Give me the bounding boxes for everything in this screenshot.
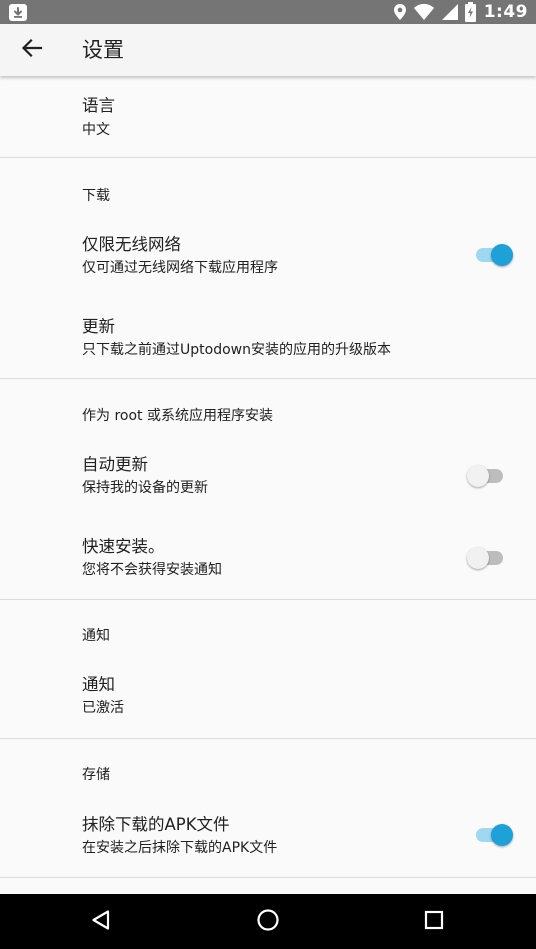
arrow-back-icon [21, 37, 43, 63]
nav-back-button[interactable] [81, 902, 121, 942]
delete-apk-title: 抹除下载的APK文件 [82, 815, 230, 834]
category-storage: 存储 [82, 767, 110, 783]
auto-update-summary: 保持我的设备的更新 [82, 480, 208, 496]
battery-charging-icon [464, 2, 476, 22]
page-title: 设置 [82, 38, 124, 62]
auto-update-title: 自动更新 [82, 455, 148, 474]
location-icon [393, 3, 407, 21]
navigation-bar [0, 894, 536, 949]
notifications-setting[interactable]: 通知 已激活 [0, 660, 536, 738]
wifi-only-title: 仅限无线网络 [82, 235, 181, 254]
updates-summary: 只下载之前通过Uptodown安装的应用的升级版本 [82, 342, 391, 358]
updates-setting[interactable]: 更新 只下载之前通过Uptodown安装的应用的升级版本 [0, 302, 536, 378]
fast-install-setting[interactable]: 快速安装。 您将不会获得安装通知 [0, 522, 536, 598]
auto-update-toggle[interactable] [467, 464, 507, 488]
fast-install-title: 快速安装。 [82, 537, 165, 556]
divider [0, 738, 536, 739]
divider [0, 378, 536, 379]
settings-screen: 1:49 设置 语言 中文 下载 仅限无线网络 仅可通过无线网络下载应用程序 更… [0, 0, 536, 949]
category-download: 下载 [82, 188, 110, 204]
app-bar: 设置 [0, 24, 536, 76]
fast-install-toggle[interactable] [467, 546, 507, 570]
recents-square-icon [424, 910, 444, 934]
toggle-thumb [491, 244, 513, 266]
category-root-install: 作为 root 或系统应用程序安装 [82, 408, 273, 424]
wifi-only-setting[interactable]: 仅限无线网络 仅可通过无线网络下载应用程序 [0, 220, 536, 300]
toggle-thumb [467, 547, 489, 569]
back-triangle-icon [90, 909, 112, 935]
auto-update-setting[interactable]: 自动更新 保持我的设备的更新 [0, 440, 536, 520]
wifi-icon [413, 3, 435, 21]
nav-home-button[interactable] [248, 902, 288, 942]
toggle-thumb [467, 465, 489, 487]
wifi-only-toggle[interactable] [474, 243, 514, 267]
status-bar: 1:49 [0, 0, 536, 24]
delete-apk-toggle[interactable] [474, 823, 514, 847]
notifications-title: 通知 [82, 675, 115, 694]
nav-recents-button[interactable] [414, 902, 454, 942]
wifi-only-summary: 仅可通过无线网络下载应用程序 [82, 260, 278, 276]
updates-title: 更新 [82, 317, 115, 336]
status-time: 1:49 [483, 2, 528, 22]
divider [0, 599, 536, 600]
home-circle-icon [256, 908, 280, 936]
signal-icon [441, 3, 459, 21]
download-app-icon [8, 2, 28, 22]
divider [0, 157, 536, 158]
delete-apk-summary: 在安装之后抹除下载的APK文件 [82, 840, 278, 856]
back-button[interactable] [12, 30, 52, 70]
notifications-summary: 已激活 [82, 700, 124, 716]
language-title: 语言 [82, 96, 115, 115]
divider [0, 877, 536, 878]
language-setting[interactable]: 语言 中文 [0, 76, 536, 158]
toggle-thumb [491, 824, 513, 846]
language-summary: 中文 [82, 122, 110, 138]
category-notifications: 通知 [82, 628, 110, 644]
settings-list: 语言 中文 下载 仅限无线网络 仅可通过无线网络下载应用程序 更新 只下载之前通… [0, 76, 536, 894]
delete-apk-setting[interactable]: 抹除下载的APK文件 在安装之后抹除下载的APK文件 [0, 800, 536, 878]
fast-install-summary: 您将不会获得安装通知 [82, 562, 222, 578]
